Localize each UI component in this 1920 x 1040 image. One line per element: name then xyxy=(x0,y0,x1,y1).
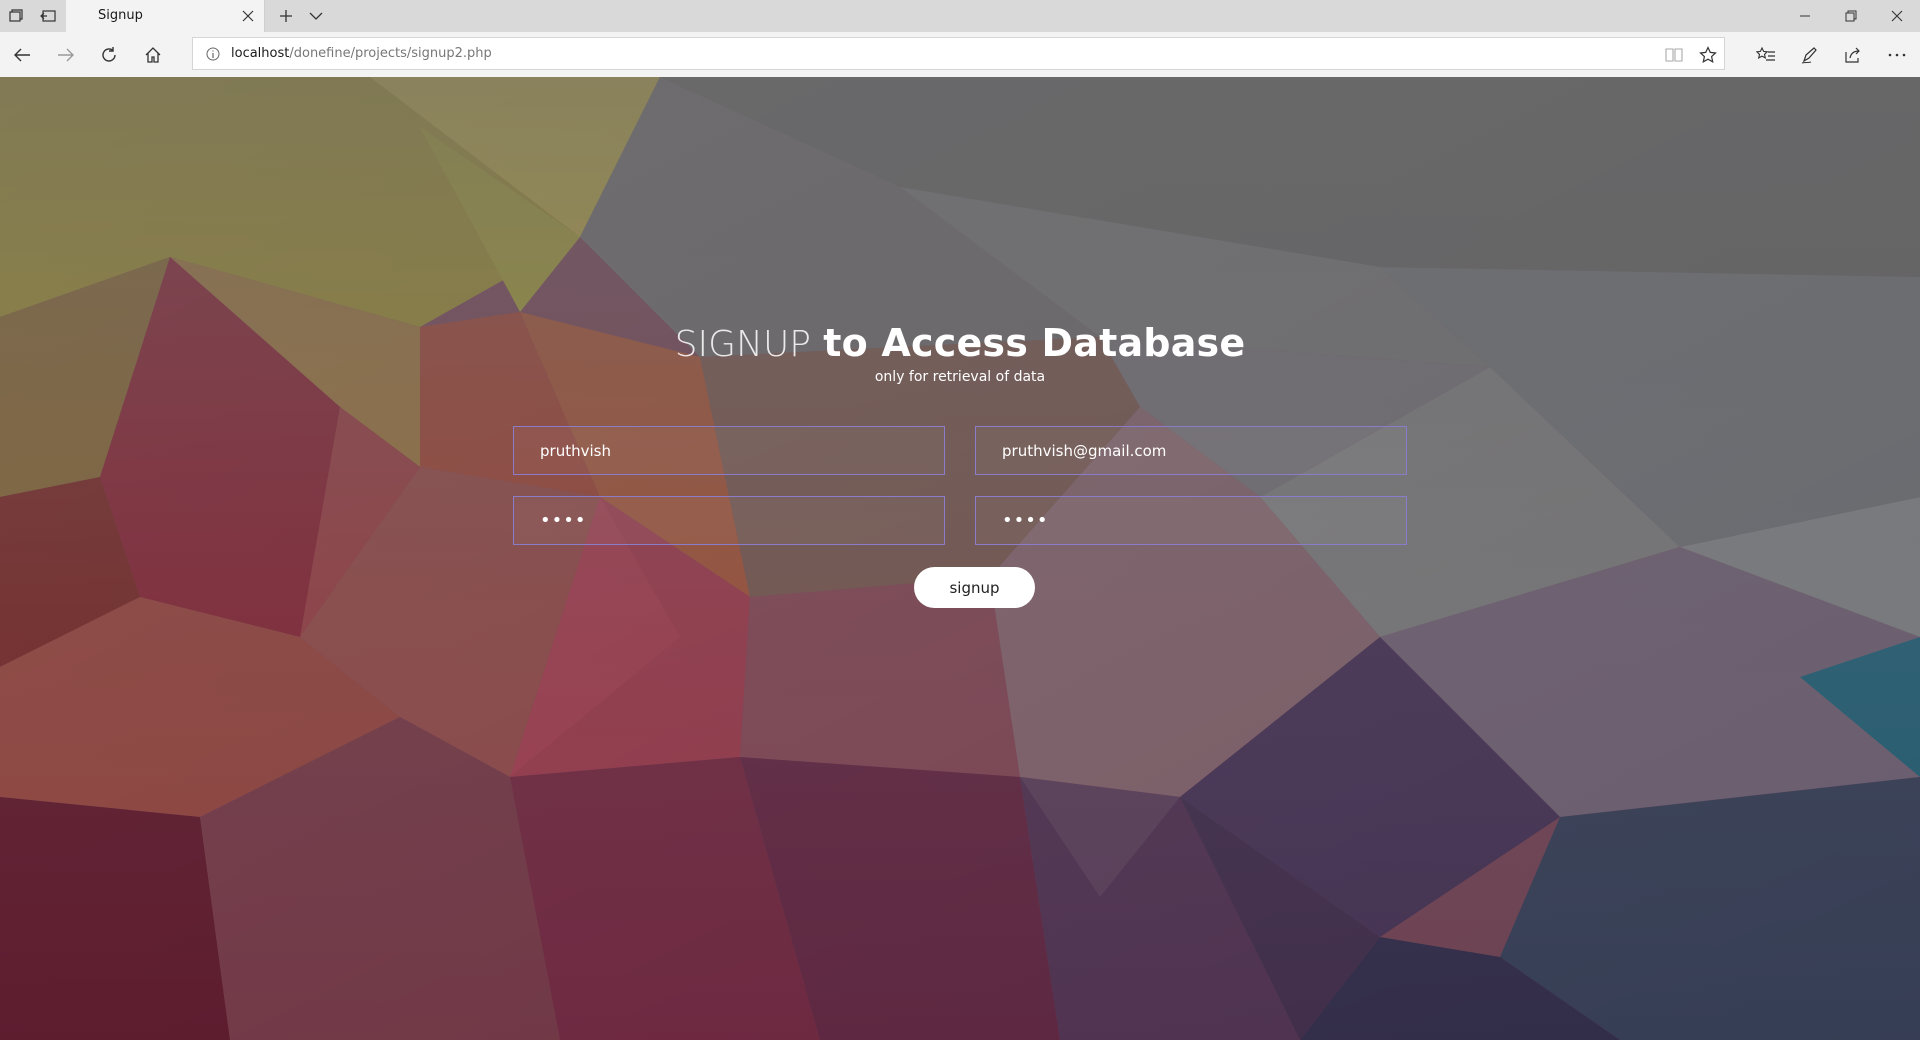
heading-light: SIGNUP xyxy=(674,324,812,365)
signup-button[interactable]: signup xyxy=(914,567,1035,608)
username-field[interactable] xyxy=(513,426,945,475)
tabs-aside-icon[interactable] xyxy=(0,0,32,32)
more-icon[interactable] xyxy=(1880,38,1914,72)
chevron-down-icon[interactable] xyxy=(300,0,332,32)
email-field[interactable] xyxy=(975,426,1407,475)
reading-view-icon[interactable] xyxy=(1664,45,1684,65)
close-icon[interactable] xyxy=(238,6,258,26)
heading-bold: to Access Database xyxy=(823,321,1246,365)
plus-icon[interactable] xyxy=(270,0,302,32)
tab-title: Signup xyxy=(98,8,143,23)
page-subtitle: only for retrieval of data xyxy=(874,369,1046,385)
restore-tabs-icon[interactable] xyxy=(32,0,64,32)
share-icon[interactable] xyxy=(1836,38,1870,72)
minimize-icon[interactable] xyxy=(1782,0,1828,32)
star-icon[interactable] xyxy=(1698,45,1718,65)
active-tab[interactable]: Signup xyxy=(66,0,265,32)
tab-bar: Signup xyxy=(0,0,1920,32)
confirm-password-field[interactable] xyxy=(975,496,1407,545)
forward-arrow-icon[interactable] xyxy=(49,38,83,72)
refresh-icon[interactable] xyxy=(92,38,126,72)
home-icon[interactable] xyxy=(136,38,170,72)
navigation-bar: localhost/donefine/projects/signup2.php xyxy=(0,32,1920,78)
page-title: SIGNUP to Access Database xyxy=(0,321,1920,365)
url-text[interactable]: localhost/donefine/projects/signup2.php xyxy=(231,46,492,61)
info-icon[interactable] xyxy=(205,46,221,62)
window-close-icon[interactable] xyxy=(1874,0,1920,32)
maximize-icon[interactable] xyxy=(1828,0,1874,32)
url-path: /donefine/projects/signup2.php xyxy=(289,46,492,61)
address-bar[interactable]: localhost/donefine/projects/signup2.php xyxy=(192,37,1725,70)
back-arrow-icon[interactable] xyxy=(5,38,39,72)
pen-icon[interactable] xyxy=(1793,38,1827,72)
password-field[interactable] xyxy=(513,496,945,545)
url-host: localhost xyxy=(231,46,290,61)
signup-form: SIGNUP to Access Database only for retri… xyxy=(0,77,1920,1040)
page-viewport: SIGNUP to Access Database only for retri… xyxy=(0,77,1920,1040)
favorites-icon[interactable] xyxy=(1749,38,1783,72)
